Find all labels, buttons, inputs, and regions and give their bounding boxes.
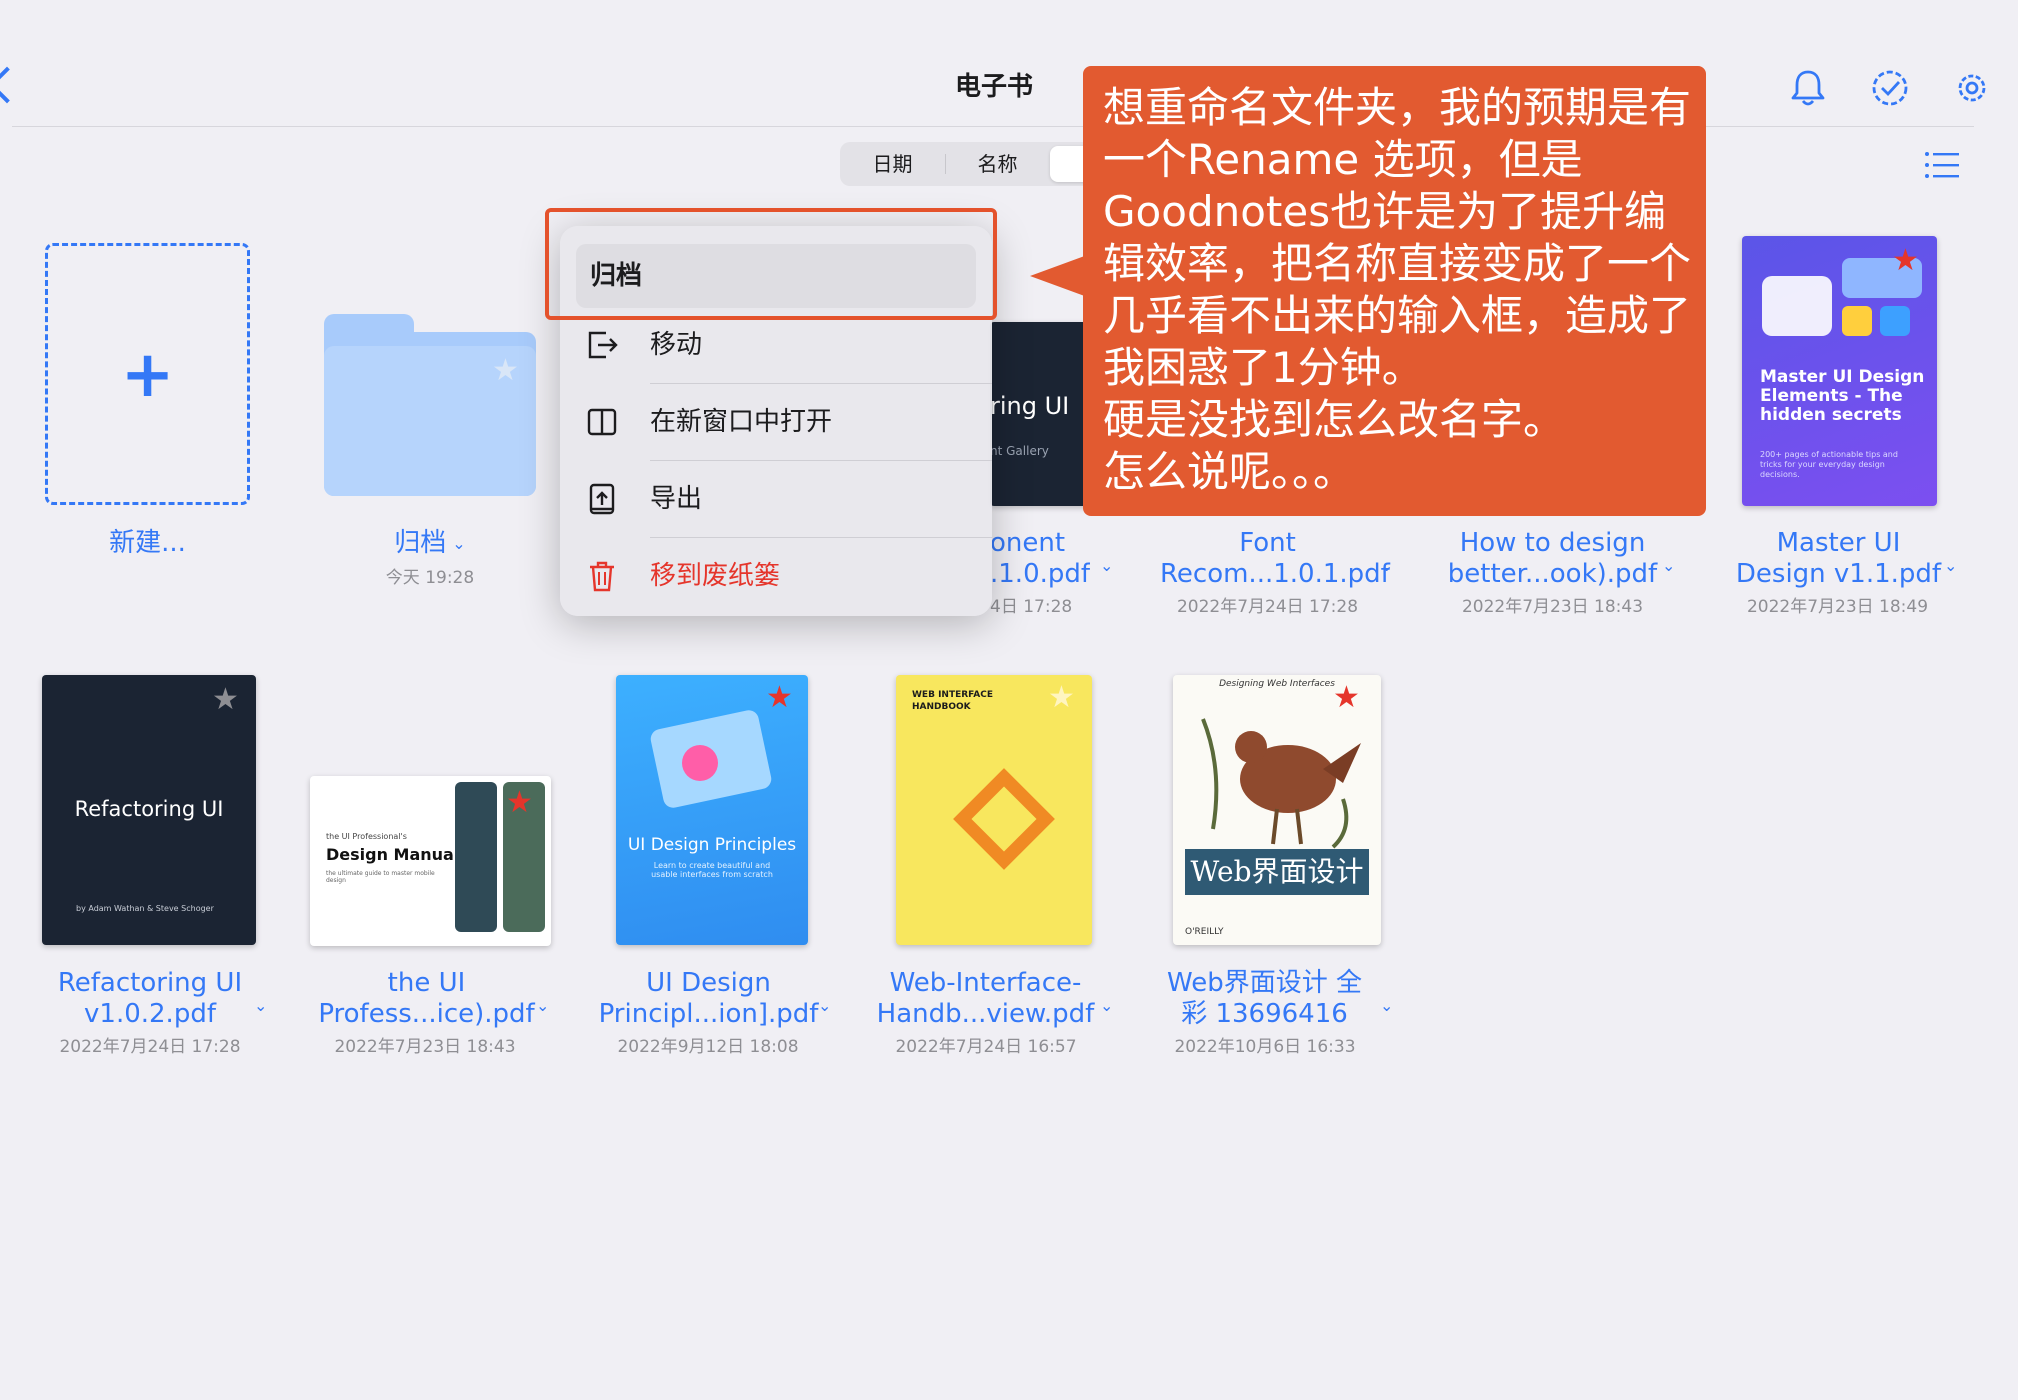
date-web-jiemian-sheji: 2022年10月6日 16:33 <box>1174 1037 1356 1057</box>
cover-refactoring-ui[interactable]: Refactoring UI by Adam Wathan & Steve Sc… <box>42 675 256 945</box>
folder-title[interactable]: 归档 ⌄ <box>320 528 540 559</box>
page-title: 电子书 <box>954 72 1033 102</box>
gear-icon[interactable] <box>1950 66 1994 110</box>
title-refactoring-ui[interactable]: Refactoring UI v1.0.2.pdf <box>40 968 260 1030</box>
menu-item-open-new-window-label: 在新窗口中打开 <box>650 407 833 437</box>
folder-title-text[interactable]: 归档 <box>394 528 446 558</box>
sort-by-name[interactable]: 名称 <box>945 142 1050 186</box>
title-how-to-design[interactable]: How to design better...ook).pdf <box>1440 528 1665 590</box>
folder-date: 今天 19:28 <box>385 568 475 588</box>
select-check-icon[interactable] <box>1868 66 1912 110</box>
back-chevron-icon[interactable] <box>0 66 26 104</box>
split-window-icon <box>587 408 617 436</box>
chevron-down-icon[interactable]: ⌄ <box>536 996 549 1015</box>
chevron-down-icon[interactable]: ⌄ <box>1100 556 1113 575</box>
trash-icon <box>590 561 614 592</box>
cover-handbook-diamond <box>953 768 1055 870</box>
bell-icon[interactable] <box>1786 66 1830 110</box>
cover-web-jiemian-sheji[interactable]: Designing Web Interfaces Web界面设计 O'REILL… <box>1173 675 1381 945</box>
date-refactoring-ui: 2022年7月24日 17:28 <box>59 1037 241 1057</box>
chevron-down-icon[interactable]: ⌄ <box>254 996 267 1015</box>
new-document-button[interactable]: + <box>45 243 250 505</box>
title-font[interactable]: Font Recom...1.0.1.pdf <box>1160 528 1390 590</box>
cover-refactoring-sub: by Adam Wathan & Steve Schoger <box>76 904 214 913</box>
folder-archive[interactable]: ★ <box>324 314 536 496</box>
cover-manual-title: Design Manual <box>326 845 460 864</box>
chevron-down-icon[interactable]: ⌄ <box>1380 996 1393 1015</box>
cover-handbook-title: WEB INTERFACE HANDBOOK <box>912 690 993 712</box>
cover-manual-sub: the ultimate guide to master mobile desi… <box>326 870 435 884</box>
date-master-ui: 2022年7月23日 18:49 <box>1746 597 1929 617</box>
menu-item-trash-label: 移到废纸篓 <box>650 561 781 591</box>
star-filled-icon[interactable]: ★ <box>1333 683 1360 713</box>
cover-manual-phone <box>455 782 497 932</box>
cover-design-manual[interactable]: the UI Professional's Design Manual the … <box>310 776 551 946</box>
annotation-highlight-box <box>545 208 997 320</box>
cover-principles-sub: Learn to create beautiful and usable int… <box>651 861 773 879</box>
star-filled-icon[interactable]: ★ <box>766 683 793 713</box>
chevron-down-icon[interactable]: ⌄ <box>1662 556 1675 575</box>
annotation-pointer <box>1030 254 1090 298</box>
title-web-interface-handbook[interactable]: Web-Interface- Handb...view.pdf <box>873 968 1098 1030</box>
annotation-text: 想重命名文件夹，我的预期是有一个Rename 选项，但是Goodnotes也许是… <box>1103 83 1692 496</box>
cover-component-title: ring UI <box>990 392 1070 420</box>
cover-manual-small: the UI Professional's <box>326 832 407 841</box>
title-component[interactable]: onent .1.0.pdf <box>990 528 1090 590</box>
cover-master-ui-title: Master UI Design Elements - The hidden s… <box>1760 367 1925 425</box>
date-ui-design-principles: 2022年9月12日 18:08 <box>617 1037 799 1057</box>
date-how-to-design: 2022年7月23日 18:43 <box>1461 597 1644 617</box>
title-design-manual[interactable]: the UI Profess...ice).pdf <box>314 968 539 1030</box>
move-icon <box>588 331 618 359</box>
chevron-down-icon[interactable]: ⌄ <box>1100 996 1113 1015</box>
date-design-manual: 2022年7月23日 18:43 <box>334 1037 516 1057</box>
menu-item-export-label: 导出 <box>650 484 703 514</box>
title-web-jiemian-sheji[interactable]: Web界面设计 全 彩 13696416 <box>1152 968 1377 1030</box>
chevron-down-icon[interactable]: ⌄ <box>818 996 831 1015</box>
annotation-callout: 想重命名文件夹，我的预期是有一个Rename 选项，但是Goodnotes也许是… <box>1083 66 1706 516</box>
export-icon <box>589 483 615 515</box>
cover-master-ui-tile <box>1842 306 1872 336</box>
cover-master-ui-sub: 200+ pages of actionable tips and tricks… <box>1760 450 1898 479</box>
star-filled-icon[interactable]: ★ <box>1892 246 1919 276</box>
date-component: 4日 17:28 <box>990 597 1073 617</box>
chevron-down-icon[interactable]: ⌄ <box>452 528 465 559</box>
list-view-icon[interactable] <box>1924 150 1960 180</box>
date-web-interface-handbook: 2022年7月24日 16:57 <box>895 1037 1077 1057</box>
sort-by-date[interactable]: 日期 <box>840 142 945 186</box>
cover-master-ui[interactable]: Master UI Design Elements - The hidden s… <box>1742 236 1937 506</box>
star-outline-icon[interactable]: ★ <box>492 356 519 386</box>
cover-principles-art2 <box>682 745 718 781</box>
plus-icon: + <box>120 338 175 412</box>
cover-web-interface-handbook[interactable]: WEB INTERFACE HANDBOOK ★ <box>896 675 1092 945</box>
cover-webdesign-title: Web界面设计 <box>1185 849 1369 895</box>
cover-master-ui-card <box>1762 276 1832 336</box>
cover-principles-title: UI Design Principles <box>627 835 797 855</box>
chevron-down-icon[interactable]: ⌄ <box>1944 556 1957 575</box>
menu-item-trash[interactable]: 移到废纸篓 <box>560 538 992 614</box>
new-document-label[interactable]: 新建... <box>40 528 255 559</box>
menu-item-open-new-window[interactable]: 在新窗口中打开 <box>560 384 992 460</box>
title-master-ui[interactable]: Master UI Design v1.1.pdf <box>1726 528 1951 590</box>
cover-webdesign-publisher: O'REILLY <box>1185 927 1224 937</box>
star-outline-icon[interactable]: ★ <box>1048 683 1075 713</box>
cover-master-ui-tile2 <box>1880 306 1910 336</box>
date-font: 2022年7月24日 17:28 <box>1176 597 1359 617</box>
star-outline-icon[interactable]: ★ <box>212 685 239 715</box>
bird-illustration <box>1201 718 1361 849</box>
cover-refactoring-title: Refactoring UI <box>74 797 224 821</box>
title-ui-design-principles[interactable]: UI Design Principl...ion].pdf <box>596 968 821 1030</box>
cover-component-sub: nt Gallery <box>990 444 1049 458</box>
chevron-down-icon[interactable]: ⌄ <box>1380 556 1393 575</box>
menu-item-export[interactable]: 导出 <box>560 461 992 537</box>
cover-ui-design-principles[interactable]: UI Design Principles Learn to create bea… <box>616 675 808 945</box>
star-filled-icon[interactable]: ★ <box>506 788 533 818</box>
